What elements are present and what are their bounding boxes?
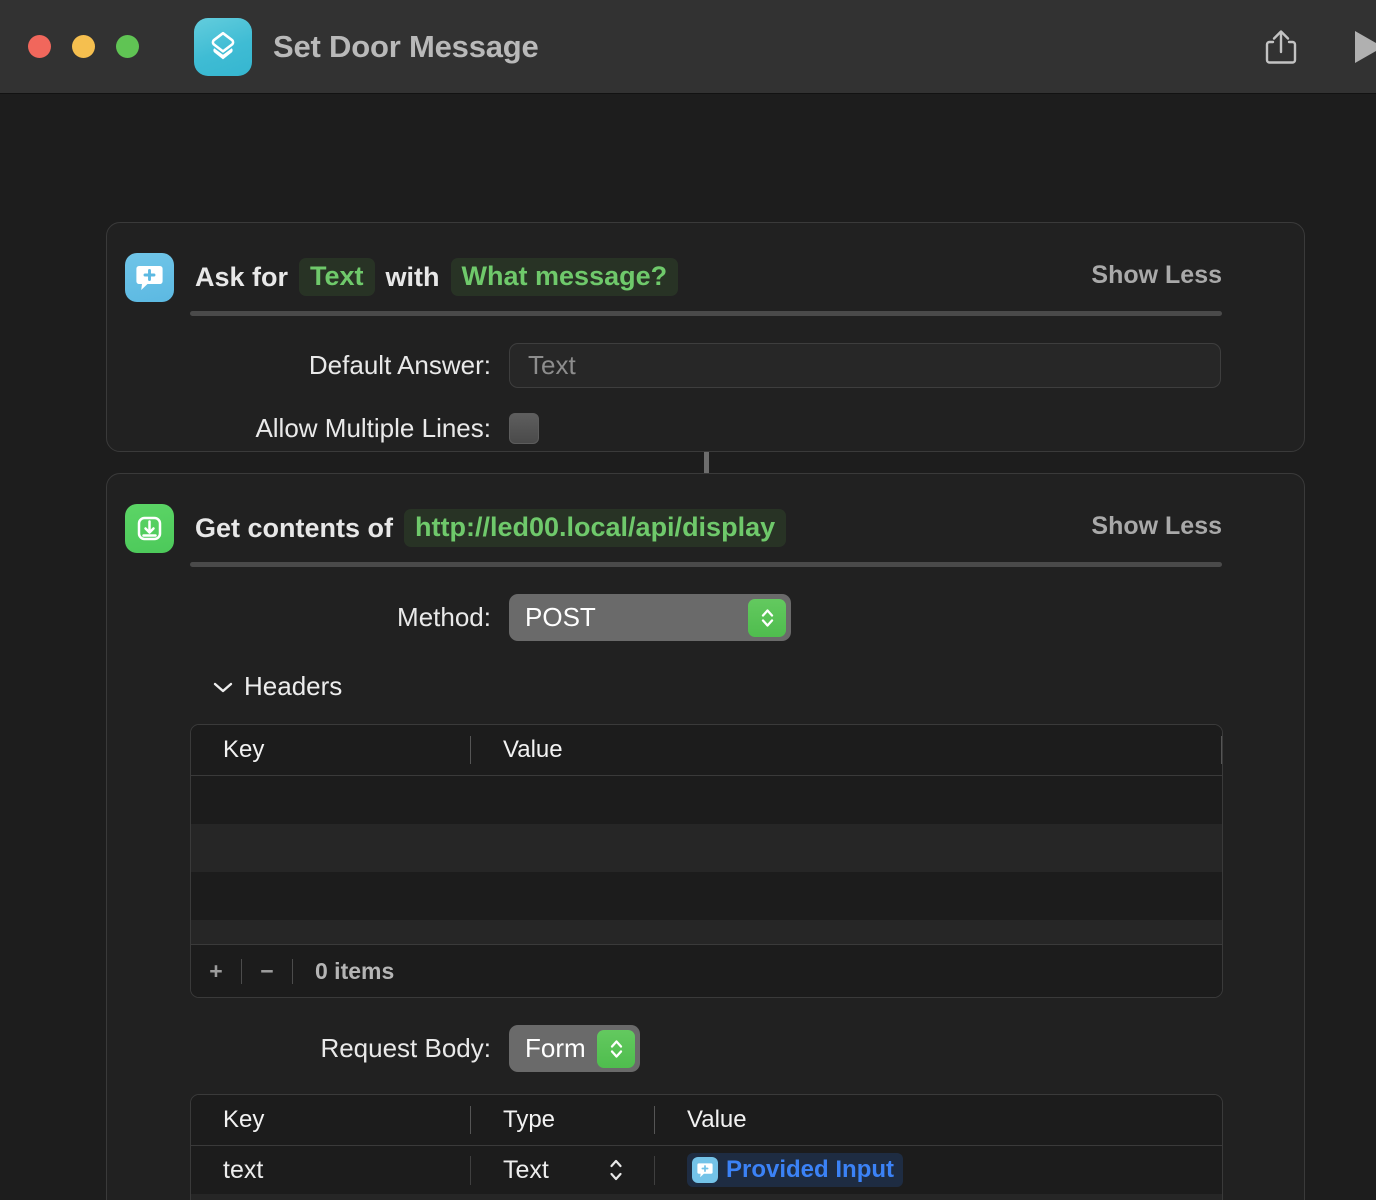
body-row-key[interactable]: text [191, 1155, 471, 1185]
headers-column-key: Key [191, 736, 471, 764]
body-row-type-value: Text [503, 1155, 549, 1184]
table-row[interactable]: color Text #FFFFFF [191, 1194, 1222, 1200]
action-header-ask: Ask for Text with What message? Show Les… [107, 223, 1304, 311]
download-tray-icon [125, 503, 174, 553]
run-shortcut-button[interactable] [1346, 24, 1376, 70]
request-body-table[interactable]: Key Type Value text Text Provided Input [190, 1094, 1223, 1200]
headers-table-header: Key Value [191, 725, 1222, 776]
action-title-url: Get contents of http://led00.local/api/d… [195, 509, 787, 547]
method-select[interactable]: POST [509, 594, 791, 641]
shortcut-editor-canvas: Ask for Text with What message? Show Les… [0, 94, 1376, 1200]
action-divider-url [190, 562, 1222, 567]
show-less-button-url[interactable]: Show Less [1091, 512, 1222, 541]
action-card-ask-for-input[interactable]: Ask for Text with What message? Show Les… [106, 222, 1305, 452]
show-less-button-ask[interactable]: Show Less [1091, 261, 1222, 290]
field-row-method: Method: POST [107, 594, 1304, 641]
ask-middle-label: with [385, 261, 440, 292]
allow-multiple-lines-label: Allow Multiple Lines: [255, 413, 491, 443]
minimize-window-button[interactable] [72, 35, 95, 58]
method-selected-value: POST [525, 602, 596, 632]
body-column-type: Type [471, 1106, 655, 1134]
request-body-label: Request Body: [320, 1033, 491, 1063]
field-row-default-answer: Default Answer: Text [107, 343, 1304, 388]
headers-table-footer: + − 0 items [191, 944, 1222, 997]
variable-token-label: Provided Input [726, 1156, 894, 1183]
traffic-lights [28, 35, 139, 58]
chevron-down-icon[interactable] [212, 680, 234, 694]
field-row-request-body: Request Body: Form [107, 1025, 1304, 1072]
chevron-updown-icon[interactable] [608, 1156, 624, 1184]
headers-item-count: 0 items [315, 957, 395, 984]
request-body-select[interactable]: Form [509, 1025, 640, 1072]
speech-bubble-plus-icon [125, 252, 174, 302]
action-header-url: Get contents of http://led00.local/api/d… [107, 474, 1304, 562]
share-icon [1265, 29, 1297, 64]
default-answer-label: Default Answer: [308, 350, 491, 380]
headers-column-value: Value [471, 736, 1222, 764]
default-answer-placeholder: Text [528, 350, 576, 380]
body-column-key: Key [191, 1106, 471, 1134]
add-header-button[interactable]: + [191, 958, 241, 985]
body-row-type-select[interactable]: Text [471, 1155, 655, 1185]
ask-prompt-token[interactable]: What message? [450, 258, 679, 296]
chevron-updown-icon[interactable] [597, 1029, 635, 1068]
request-body-table-header: Key Type Value [191, 1095, 1222, 1146]
url-token[interactable]: http://led00.local/api/display [404, 509, 787, 547]
body-column-value: Value [687, 1106, 747, 1133]
window-title: Set Door Message [273, 28, 539, 64]
ask-prefix-label: Ask for [195, 261, 289, 292]
field-row-allow-multiple-lines: Allow Multiple Lines: [107, 413, 1304, 444]
shortcuts-app-icon [194, 17, 252, 76]
close-window-button[interactable] [28, 35, 51, 58]
allow-multiple-lines-checkbox[interactable] [509, 413, 539, 444]
window-titlebar: Set Door Message [0, 0, 1376, 94]
headers-empty-row[interactable] [191, 776, 1222, 824]
headers-disclosure-label: Headers [244, 671, 343, 701]
play-icon [1355, 30, 1376, 63]
share-button[interactable] [1258, 24, 1304, 70]
url-prefix-label: Get contents of [195, 512, 394, 543]
ask-type-token[interactable]: Text [299, 258, 375, 296]
method-label: Method: [397, 602, 491, 632]
chevron-updown-icon[interactable] [748, 598, 786, 637]
headers-empty-row[interactable] [191, 872, 1222, 920]
table-row[interactable]: text Text Provided Input [191, 1146, 1222, 1194]
action-title-ask: Ask for Text with What message? [195, 258, 679, 296]
action-card-get-contents-of-url[interactable]: Get contents of http://led00.local/api/d… [106, 473, 1305, 1200]
request-body-selected-value: Form [525, 1033, 586, 1063]
headers-empty-row[interactable] [191, 920, 1222, 944]
headers-table[interactable]: Key Value + − 0 items [190, 724, 1223, 998]
headers-disclosure[interactable]: Headers [212, 671, 1304, 702]
maximize-window-button[interactable] [116, 35, 139, 58]
speech-bubble-plus-icon [692, 1157, 718, 1183]
headers-empty-row[interactable] [191, 824, 1222, 872]
remove-header-button[interactable]: − [242, 958, 292, 985]
variable-token-provided-input[interactable]: Provided Input [687, 1153, 903, 1187]
action-divider-ask [190, 311, 1222, 316]
body-row-value[interactable]: Provided Input [655, 1153, 1222, 1187]
action-connector [704, 452, 709, 474]
default-answer-input[interactable]: Text [509, 343, 1221, 388]
